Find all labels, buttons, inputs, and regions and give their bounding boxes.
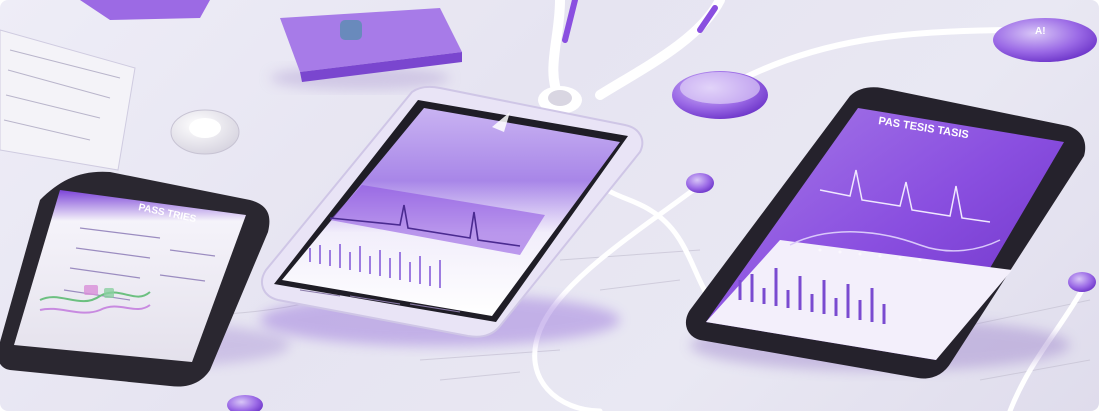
left-phone: PASS TRIES [0,171,290,387]
earbud-case-badge: A! [1035,26,1046,37]
right-phone: PAS TESIS TASIS [685,87,1086,379]
earbud-case: A! [993,18,1097,62]
white-earbud [170,109,240,155]
medical-devices-scene: A! PASS TRIES PAS TESIS TASIS [0,0,1099,411]
paper-sheet [0,29,136,171]
scene-illustration: A! PASS TRIES PAS TESIS TASIS [0,0,1097,411]
purple-device-box [270,8,462,90]
middle-phone [260,85,644,346]
purple-device-top-left [80,0,210,20]
